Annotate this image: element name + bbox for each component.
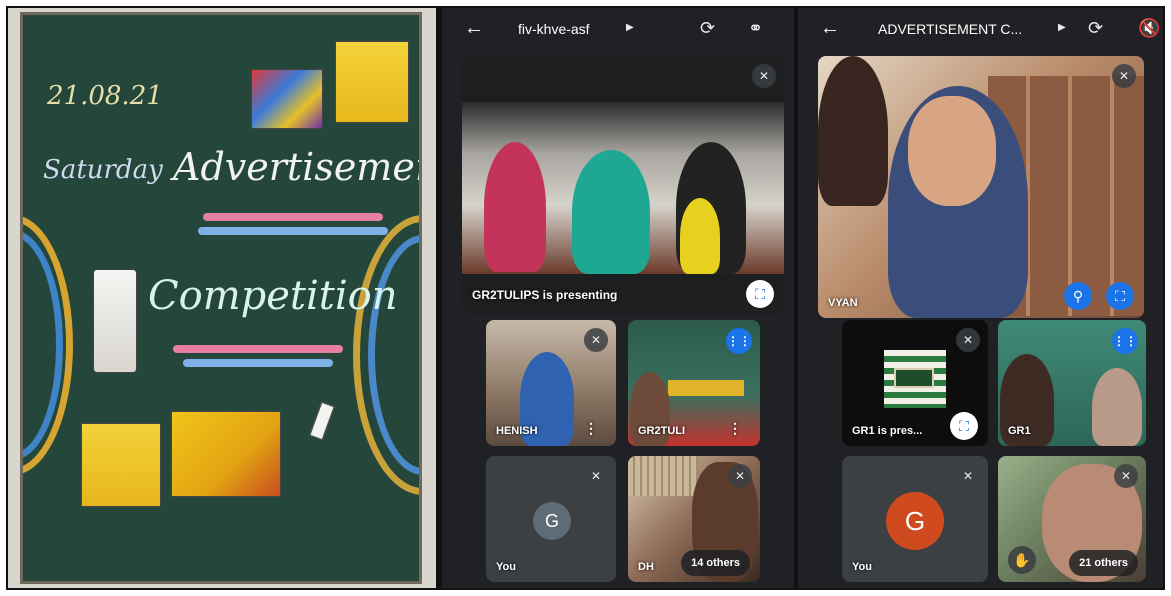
mic-off-icon: ✕ xyxy=(1112,64,1136,88)
presentation-tile[interactable]: ✕ GR2TULIPS is presenting ⛶ xyxy=(462,56,784,314)
others-count[interactable]: 21 others xyxy=(1069,550,1138,576)
participant-name: DH xyxy=(638,561,654,573)
switch-camera-icon[interactable]: ⟳ xyxy=(700,18,715,39)
others-count[interactable]: 14 others xyxy=(681,550,750,576)
mic-off-icon: ✕ xyxy=(956,328,980,352)
mic-off-icon: ✕ xyxy=(1114,464,1138,488)
poster-snack-yellow xyxy=(335,41,409,123)
more-options-icon[interactable]: ⋮ xyxy=(728,420,742,437)
fullscreen-icon[interactable]: ⛶ xyxy=(1106,282,1134,310)
board-day: Saturday xyxy=(43,155,163,185)
participant-tile-others[interactable]: ✕ ✋ 21 others xyxy=(998,456,1146,582)
poster-chalk-piece xyxy=(309,401,335,441)
mic-off-icon: ✕ xyxy=(584,328,608,352)
participant-name: GR1 is pres... xyxy=(852,425,923,437)
presenter-figure-scarf xyxy=(680,198,720,274)
meeting-title[interactable]: ADVERTISEMENT C... xyxy=(878,21,1022,37)
mic-off-icon: ✕ xyxy=(584,464,608,488)
mic-off-icon: ✕ xyxy=(752,64,776,88)
presenter-figure xyxy=(572,150,650,274)
participant-name: GR2TULI xyxy=(638,425,686,437)
participant-name: You xyxy=(852,561,872,573)
poster-snack-left xyxy=(81,423,161,507)
fullscreen-icon[interactable]: ⛶ xyxy=(746,280,774,308)
chalk-wave xyxy=(183,359,333,367)
participant-name: GR1 xyxy=(1008,425,1031,437)
chalk-wave xyxy=(198,227,388,235)
participant-figure xyxy=(818,56,888,206)
participant-tile-gr1-presenting[interactable]: ✕ GR1 is pres... ⛶ xyxy=(842,320,988,446)
participant-name: You xyxy=(496,561,516,573)
participant-figure xyxy=(1092,368,1142,446)
chalk-wave xyxy=(173,345,343,353)
caret-right-icon[interactable]: ▶ xyxy=(1058,22,1066,33)
shared-screen-inner xyxy=(894,368,934,388)
participant-tile-henish[interactable]: ✕ HENISH ⋮ xyxy=(486,320,616,446)
chalkboard-photo: 21.08.21 Saturday Advertisement Competit… xyxy=(8,8,436,588)
screenshot-frame: 21.08.21 Saturday Advertisement Competit… xyxy=(6,6,1165,590)
bookshelf xyxy=(628,456,698,496)
board-title-competition: Competition xyxy=(148,273,398,319)
participant-tile-gr1[interactable]: ⋮⋮ GR1 xyxy=(998,320,1146,446)
poster-maggi xyxy=(171,411,281,497)
avatar: G xyxy=(886,492,944,550)
speaking-indicator-icon: ⋮⋮ xyxy=(726,328,752,354)
participant-tile-gr2tulips[interactable]: ⋮⋮ GR2TULI ⋮ xyxy=(628,320,760,446)
participant-tile-you[interactable]: ✕ G You xyxy=(486,456,616,582)
board-title-advertisement: Advertisement xyxy=(173,145,419,189)
participant-face xyxy=(908,96,996,206)
presentation-video xyxy=(462,102,784,274)
presenter-figure xyxy=(484,142,546,272)
speaking-indicator-icon: ⋮⋮ xyxy=(1112,328,1138,354)
more-options-icon[interactable]: ⋮ xyxy=(584,420,598,437)
arrow-left-icon[interactable]: ← xyxy=(820,17,840,40)
chalk-wave xyxy=(203,213,383,221)
meet-topbar: ← fiv-khve-asf ▶ ⟳ ⚭ xyxy=(442,8,794,52)
poster-phone-ad xyxy=(93,269,137,373)
headphones-icon[interactable]: ⚭ xyxy=(748,18,763,39)
speaker-off-icon[interactable]: 🔇 xyxy=(1138,18,1160,39)
presenting-label: GR2TULIPS is presenting xyxy=(472,288,618,302)
participant-name: VYAN xyxy=(828,297,858,309)
board-date: 21.08.21 xyxy=(47,81,163,111)
pinned-tile-vyan[interactable]: ✕ VYAN ⚲ ⛶ xyxy=(818,56,1144,318)
poster-gems xyxy=(251,69,323,129)
participant-name: HENISH xyxy=(496,425,538,437)
meeting-code[interactable]: fiv-khve-asf xyxy=(518,21,590,37)
caret-right-icon[interactable]: ▶ xyxy=(626,22,634,33)
mic-off-icon: ✕ xyxy=(728,464,752,488)
pin-icon[interactable]: ⚲ xyxy=(1064,282,1092,310)
fullscreen-icon[interactable]: ⛶ xyxy=(950,412,978,440)
meet-window-1: ← fiv-khve-asf ▶ ⟳ ⚭ ✕ GR2TULIPS is pres… xyxy=(442,8,794,588)
board-poster xyxy=(668,380,744,396)
mic-off-icon: ✕ xyxy=(956,464,980,488)
participant-tile-others[interactable]: ✕ DH 14 others xyxy=(628,456,760,582)
avatar: G xyxy=(533,502,571,540)
meet-window-2: ← ADVERTISEMENT C... ▶ ⟳ 🔇 ✕ VYAN ⚲ ⛶ ✕ … xyxy=(798,8,1163,588)
participant-tile-you[interactable]: ✕ G You xyxy=(842,456,988,582)
chalkboard: 21.08.21 Saturday Advertisement Competit… xyxy=(20,12,422,584)
raise-hand-icon[interactable]: ✋ xyxy=(1008,546,1036,574)
switch-camera-icon[interactable]: ⟳ xyxy=(1088,18,1103,39)
meet-topbar: ← ADVERTISEMENT C... ▶ ⟳ 🔇 xyxy=(798,8,1163,52)
arrow-left-icon[interactable]: ← xyxy=(464,17,484,40)
